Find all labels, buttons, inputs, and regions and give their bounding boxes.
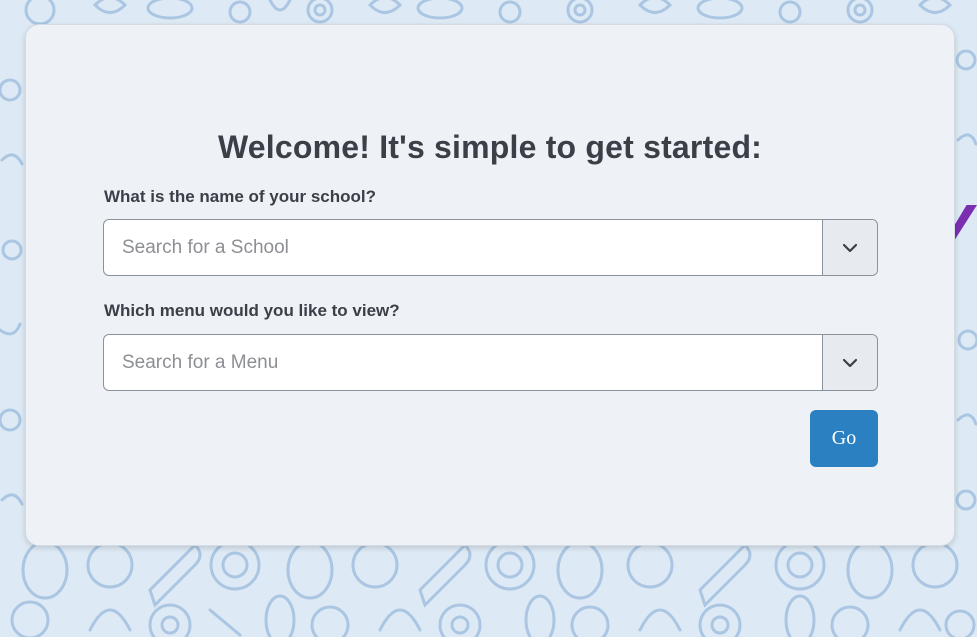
school-select[interactable] xyxy=(103,219,878,276)
menu-field-label: Which menu would you like to view? xyxy=(104,301,400,320)
go-button[interactable]: Go xyxy=(810,410,878,467)
chevron-down-icon xyxy=(842,358,858,367)
chevron-down-icon xyxy=(842,243,858,252)
school-field-label: What is the name of your school? xyxy=(104,187,377,206)
school-search-input[interactable] xyxy=(104,220,822,275)
menu-dropdown-toggle[interactable] xyxy=(822,335,877,390)
menu-select[interactable] xyxy=(103,334,878,391)
school-dropdown-toggle[interactable] xyxy=(822,220,877,275)
page-title: Welcome! It's simple to get started: xyxy=(217,129,763,165)
menu-search-input[interactable] xyxy=(104,335,822,390)
welcome-card: Welcome! It's simple to get started: Wha… xyxy=(25,24,955,546)
